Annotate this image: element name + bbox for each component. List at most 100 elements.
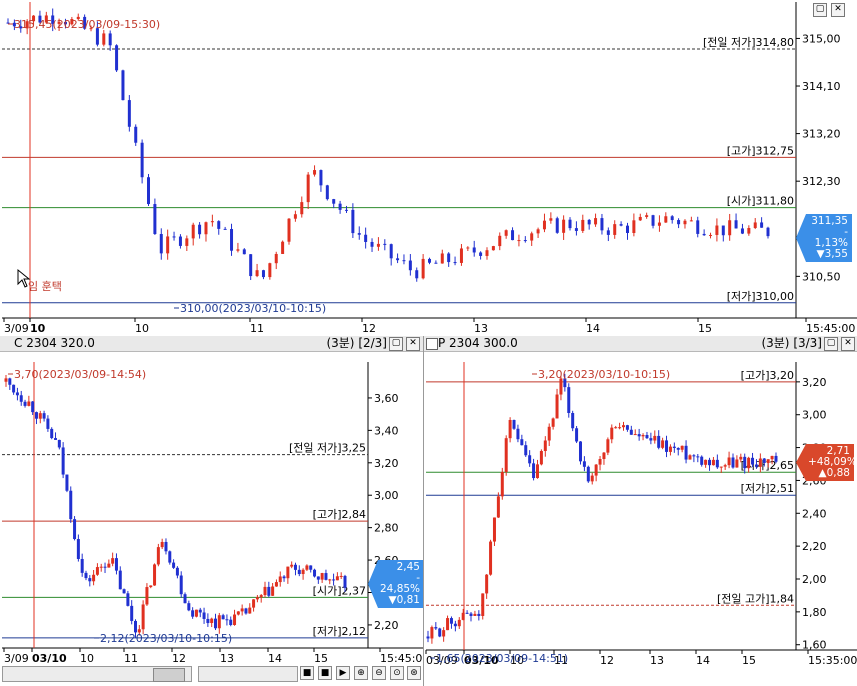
top-ref-label: [전일 저가]314,80: [703, 35, 794, 49]
top-candle-body: [325, 185, 329, 200]
top-y-tick-label: 310,50: [802, 270, 841, 283]
put-candle-body: [469, 613, 473, 616]
top-candle-body: [440, 253, 444, 264]
top-y-tick-label: 313,20: [802, 128, 841, 141]
call-x-tick-label: 13: [220, 652, 234, 665]
call-chart-svg: 3,603,403,203,002,802,602,402,203/0903/1…: [2, 362, 429, 665]
top-candle-body: [306, 174, 310, 203]
put-candle-body: [680, 445, 684, 450]
call-candle-body: [46, 418, 50, 429]
call-x-tick-label: 3/09: [4, 652, 29, 665]
call-candle-body: [95, 567, 99, 575]
put-candle-body: [672, 446, 676, 448]
top-candle-body: [198, 224, 202, 235]
put-x-tick-label: 13: [650, 654, 664, 667]
top-candle-body: [293, 214, 297, 219]
call-candle-body: [65, 474, 69, 491]
top-candle-body: [300, 202, 304, 215]
call-candle-body: [290, 564, 294, 567]
top-x-tick-label: 15: [698, 322, 712, 335]
put-y-tick-label: 2,00: [802, 573, 827, 586]
top-candle-body: [191, 224, 195, 239]
put-candle-body: [551, 418, 555, 427]
call-candle-body: [149, 585, 153, 588]
top-candle-body: [657, 222, 661, 226]
call-candle-body: [320, 573, 324, 580]
call-candle-body: [168, 551, 172, 563]
put-candle-body: [555, 394, 559, 419]
call-candle-body: [202, 612, 206, 619]
top-high-annotation: 315,45(2023/03/09-15:30): [14, 18, 160, 31]
put-candle-body: [453, 623, 457, 627]
put-candle-body: [657, 435, 661, 448]
call-x-tick-label: 12: [172, 652, 186, 665]
put-candle-body: [590, 475, 594, 482]
call-candle-body: [229, 619, 233, 625]
call-high-annotation: 3,70(2023/03/09-14:54): [14, 368, 146, 381]
top-x-tick-label: 12: [362, 322, 376, 335]
top-candle-body: [600, 218, 604, 231]
call-candle-body: [175, 567, 179, 576]
put-high-annotation: 3,20(2023/03/10-10:15): [538, 368, 670, 381]
call-candle-body: [278, 576, 282, 583]
call-scroll-thumb[interactable]: [153, 668, 185, 682]
zoom-slider[interactable]: [198, 666, 298, 682]
stop-icon[interactable]: ■: [300, 666, 314, 680]
call-candle-body: [23, 401, 27, 406]
top-candle-body: [453, 262, 457, 264]
top-candle-body: [677, 220, 681, 225]
play-left-icon[interactable]: ■: [318, 666, 332, 680]
call-candle-body: [38, 413, 42, 419]
play-right-icon[interactable]: ▶: [336, 666, 350, 680]
top-candle-body: [594, 218, 598, 225]
top-candle-body: [753, 222, 757, 228]
zoom-out-icon[interactable]: ⊖: [372, 666, 386, 680]
top-candle-body: [606, 230, 610, 235]
top-candle-body: [185, 238, 189, 246]
call-candle-body: [324, 573, 328, 580]
top-candle-body: [408, 260, 412, 271]
call-candle-body: [225, 619, 229, 621]
put-candle-body: [641, 435, 645, 437]
put-candle-body: [751, 457, 755, 465]
top-candle-body: [638, 216, 642, 221]
top-ref-label: [시가]311,80: [727, 195, 794, 208]
top-candle-body: [102, 33, 106, 45]
call-y-tick-label: 2,80: [374, 522, 399, 535]
call-candle-body: [107, 563, 111, 568]
call-y-tick-label: 2,20: [374, 619, 399, 632]
put-candle-body: [578, 441, 582, 462]
call-candle-body: [297, 569, 301, 575]
call-candle-body: [293, 564, 297, 570]
call-candle-body: [73, 519, 77, 540]
top-candle-body: [766, 227, 770, 237]
zoom-fit-icon[interactable]: ⊛: [407, 666, 421, 680]
put-ref-label: [고가]3,20: [741, 369, 794, 382]
zoom-in-icon[interactable]: ⊕: [354, 666, 368, 680]
call-scrollbar[interactable]: [2, 666, 192, 682]
call-candle-body: [19, 395, 23, 402]
top-candle-body: [370, 241, 374, 247]
top-candle-body: [242, 249, 246, 255]
cursor-label: 임 훈택: [28, 280, 62, 293]
call-candle-body: [50, 428, 54, 439]
top-chart-svg: 315,00314,10313,20312,30310,503/09 10 10 11…: [2, 2, 857, 335]
put-price-box: 2,71 +48,09% ▲0,88: [796, 444, 854, 481]
call-candle-body: [15, 392, 19, 396]
top-x-tick-label: 11: [250, 322, 264, 335]
zoom-reset-icon[interactable]: ⊙: [390, 666, 404, 680]
top-candle-body: [721, 225, 725, 236]
top-chart-panel: ▢ ✕ 315,00 314,10 313,20 312,30 310,50 3/09 10…: [0, 0, 857, 336]
put-candle-body: [496, 496, 500, 518]
top-candle-body: [230, 228, 234, 251]
top-candle-body: [217, 221, 221, 229]
put-y-tick-label: 3,00: [802, 409, 827, 422]
top-candle-body: [459, 248, 463, 263]
top-candle-body: [115, 45, 119, 71]
top-candle-body: [568, 219, 572, 229]
put-candle-body: [731, 457, 735, 468]
put-candle-body: [758, 458, 762, 467]
call-candle-body: [259, 595, 263, 598]
put-candle-body: [696, 456, 700, 458]
put-candle-body: [516, 428, 520, 440]
